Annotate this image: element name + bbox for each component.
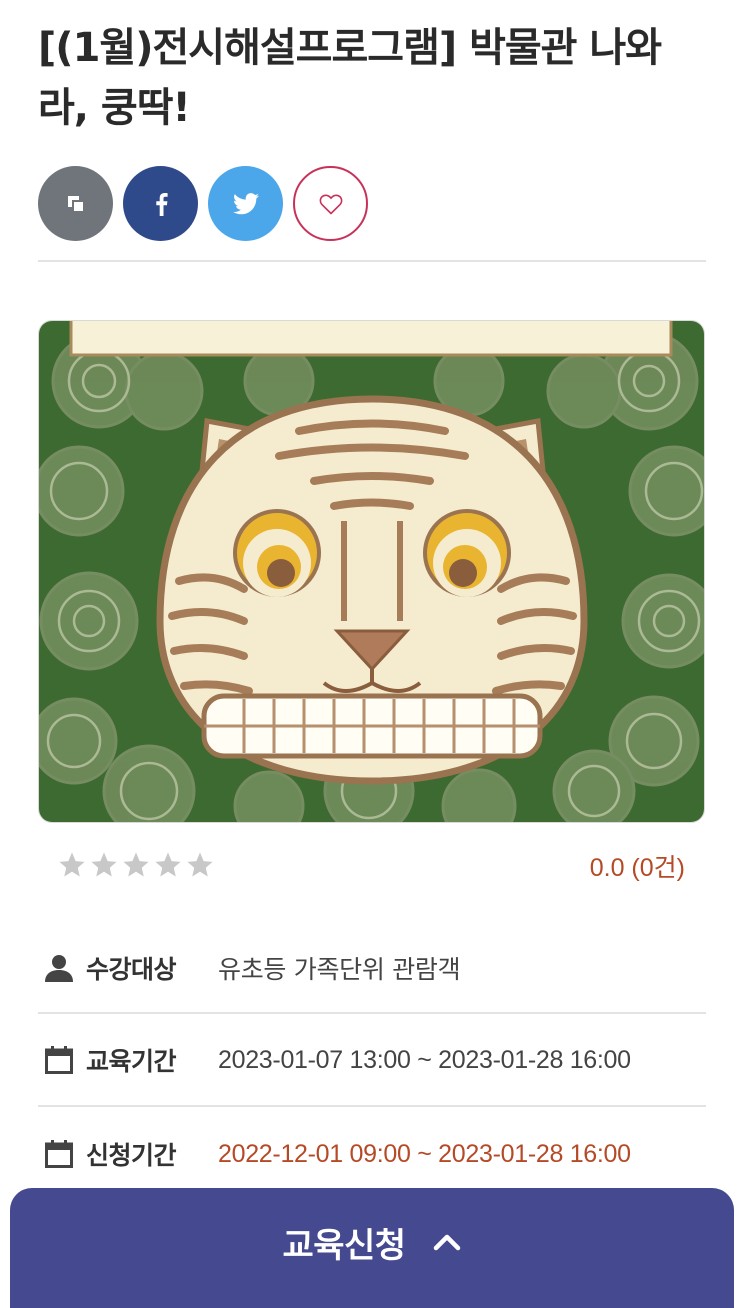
facebook-icon [155,192,168,216]
tiger-illustration [39,321,704,822]
star-icon [59,852,85,877]
heart-outline-icon [319,193,342,215]
user-icon [42,953,76,983]
info-row-target: 수강대상 유초등 가족단위 관람객 [38,922,706,1014]
twitter-icon [232,192,259,214]
star-icon [187,852,213,877]
apply-button-label: 교육신청 [282,1225,406,1266]
program-poster-image [38,320,705,823]
divider [38,1105,706,1107]
calendar-icon [42,1139,76,1169]
divider [38,260,706,262]
star-icon [155,852,181,877]
rating-score: 0.0 (0건) [589,854,685,882]
info-value: 유초등 가족단위 관람객 [218,955,461,984]
share-buttons [38,166,368,242]
info-label: 신청기간 [86,1141,177,1170]
info-label: 수강대상 [86,955,177,984]
star-icon [91,852,117,877]
twitter-share-button[interactable] [208,166,283,241]
star-icon [123,852,149,877]
facebook-share-button[interactable] [123,166,198,241]
info-row-apply-period: 신청기간 2022-12-01 09:00 ~ 2023-01-28 16:00 [38,1108,706,1200]
info-label: 교육기간 [86,1047,177,1076]
apply-button[interactable]: 교육신청 [10,1188,734,1308]
copy-link-button[interactable] [38,166,113,241]
chevron-up-icon [433,1234,460,1251]
info-value: 2022-12-01 09:00 ~ 2023-01-28 16:00 [218,1139,631,1168]
info-row-edu-period: 교육기간 2023-01-07 13:00 ~ 2023-01-28 16:00 [38,1014,706,1106]
rating-stars [57,850,215,880]
copy-icon [67,195,85,213]
info-value: 2023-01-07 13:00 ~ 2023-01-28 16:00 [218,1045,631,1074]
calendar-icon [42,1045,76,1075]
like-button[interactable] [293,166,368,241]
page-title: [(1월)전시해설프로그램] 박물관 나와라, 쿵딱! [38,25,662,131]
